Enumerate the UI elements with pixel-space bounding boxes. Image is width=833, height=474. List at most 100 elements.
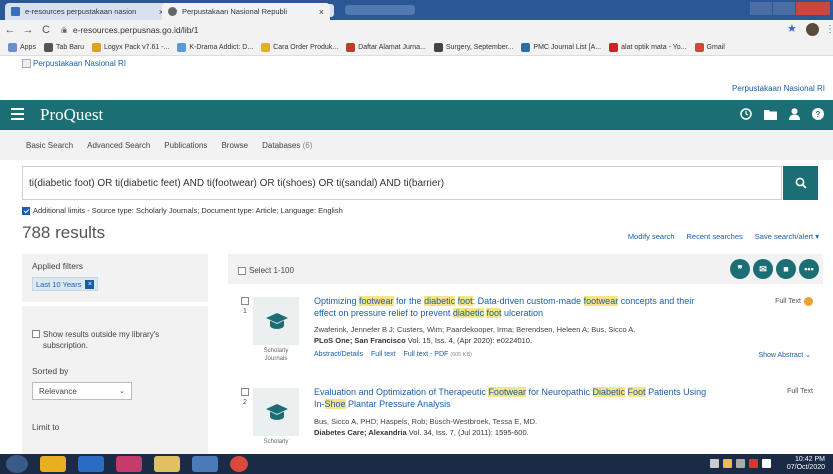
- document-thumbnail[interactable]: [253, 297, 299, 345]
- bookmark-item[interactable]: Apps: [8, 43, 36, 52]
- show-outside-option[interactable]: Show results outside my library's subscr…: [32, 329, 202, 351]
- nav-publications[interactable]: Publications: [164, 141, 207, 150]
- title-text: : Data-driven custom-made: [472, 296, 584, 306]
- full-text-badge[interactable]: Full Text: [775, 297, 813, 306]
- system-clock[interactable]: 10:42 PM 07/Oct/2020: [787, 456, 825, 472]
- bookmark-favicon-icon: [346, 43, 356, 52]
- bookmark-item[interactable]: alat optik mata - Yo...: [609, 43, 687, 52]
- close-tab-icon[interactable]: ×: [319, 7, 324, 17]
- nav-browse[interactable]: Browse: [221, 141, 248, 150]
- nav-databases-label: Databases: [262, 140, 301, 150]
- result-title[interactable]: Evaluation and Optimization of Therapeut…: [314, 386, 714, 410]
- menu-icon[interactable]: ⋮: [825, 24, 833, 35]
- bookmark-item[interactable]: Logyx Pack v7.61 -...: [92, 43, 169, 52]
- taskbar-app-icon[interactable]: [40, 456, 66, 472]
- bookmark-favicon-icon: [521, 43, 531, 52]
- sort-select[interactable]: Relevance ⌄: [32, 382, 132, 400]
- library-link[interactable]: Perpustakaan Nasional RI: [732, 84, 825, 93]
- user-icon[interactable]: [787, 107, 801, 121]
- tab-title: e-resources perpustakaan nasion: [25, 7, 137, 16]
- flag-icon[interactable]: [762, 459, 771, 468]
- nav-basic-search[interactable]: Basic Search: [26, 141, 73, 150]
- forward-icon[interactable]: →: [20, 24, 36, 36]
- hamburger-menu-icon[interactable]: [11, 108, 24, 120]
- abstract-details-link[interactable]: Abstract/Details: [314, 351, 363, 358]
- bookmark-item[interactable]: Daftar Alamat Jurna...: [346, 43, 426, 52]
- extension-icon[interactable]: [806, 23, 819, 36]
- minimize-button[interactable]: [750, 2, 772, 15]
- taskbar-app-icon[interactable]: [78, 456, 104, 472]
- highlighted-term: foot: [457, 296, 473, 306]
- tray-icon[interactable]: [749, 459, 758, 468]
- back-icon[interactable]: ←: [2, 24, 18, 36]
- bookmark-label: Gmail: [706, 44, 725, 51]
- nav-advanced-search[interactable]: Advanced Search: [87, 141, 150, 150]
- recent-searches-link[interactable]: Recent searches: [687, 232, 743, 241]
- filter-chip[interactable]: Last 10 Years ×: [32, 277, 99, 291]
- select-all[interactable]: Select 1-100: [238, 266, 294, 275]
- bookmark-item[interactable]: Tab Baru: [43, 43, 84, 52]
- search-button[interactable]: [783, 166, 818, 200]
- cite-button[interactable]: ❞: [730, 259, 750, 279]
- limits-checkbox[interactable]: [22, 206, 30, 215]
- taskbar-app-icon[interactable]: [192, 456, 218, 472]
- search-input[interactable]: ti(diabetic foot) OR ti(diabetic feet) A…: [22, 166, 782, 200]
- databases-count: (6): [302, 140, 313, 150]
- chevron-down-icon: ⌄: [119, 388, 125, 395]
- select-all-label: Select 1-100: [249, 266, 294, 275]
- help-icon[interactable]: ?: [811, 107, 825, 121]
- email-button[interactable]: ✉: [753, 259, 773, 279]
- bookmarks-bar: Apps Tab Baru Logyx Pack v7.61 -... K-Drama…: [0, 40, 833, 56]
- start-button[interactable]: [6, 455, 28, 473]
- save-search-link[interactable]: Save search/alert ▾: [755, 232, 819, 241]
- folder-icon[interactable]: [763, 107, 777, 121]
- more-options-button[interactable]: •••: [799, 259, 819, 279]
- window-close-button[interactable]: [796, 2, 830, 15]
- history-icon[interactable]: [739, 107, 753, 121]
- result-item: 1 Scholarly Journals Optimizing footwear…: [228, 295, 823, 375]
- bookmark-item[interactable]: PMC Journal List [A...: [521, 43, 601, 52]
- select-all-checkbox[interactable]: [238, 266, 246, 275]
- title-text: Optimizing: [314, 296, 360, 306]
- result-number: 2: [243, 399, 247, 406]
- show-outside-checkbox[interactable]: [32, 330, 40, 338]
- bookmark-item[interactable]: Gmail: [694, 43, 725, 52]
- globe-icon: [168, 7, 177, 16]
- result-checkbox[interactable]: [241, 388, 249, 396]
- maximize-button[interactable]: [773, 2, 795, 15]
- highlighted-term: Diabetic: [592, 387, 626, 397]
- remove-filter-icon[interactable]: ×: [85, 279, 95, 289]
- save-button[interactable]: ■: [776, 259, 796, 279]
- show-abstract-link[interactable]: Show Abstract ⌄: [758, 351, 811, 359]
- browser-tab-eresources[interactable]: e-resources perpustakaan nasion ×: [5, 3, 170, 20]
- source-journal: PLoS One; San Francisco: [314, 336, 406, 345]
- bookmark-favicon-icon: [609, 43, 619, 52]
- site-logo[interactable]: Perpustakaan Nasional RI: [22, 59, 126, 68]
- modify-search-link[interactable]: Modify search: [628, 232, 675, 241]
- document-thumbnail[interactable]: [253, 388, 299, 436]
- result-item: 2 Scholarly Evaluation and Optimization …: [228, 386, 823, 454]
- nav-databases[interactable]: Databases (6): [262, 141, 312, 150]
- highlighted-term: footwear: [359, 296, 394, 306]
- result-checkbox[interactable]: [241, 297, 249, 305]
- bookmark-star-icon[interactable]: ★: [787, 22, 797, 35]
- bookmark-item[interactable]: K-Drama Addict: D...: [177, 43, 253, 52]
- full-text-link[interactable]: Full text: [371, 351, 396, 358]
- open-access-icon: [804, 297, 813, 306]
- address-bar[interactable]: ● e-resources.perpusnas.go.id/lib/1: [62, 22, 752, 38]
- proquest-logo[interactable]: ProQuest: [40, 105, 103, 125]
- signal-icon[interactable]: [736, 459, 745, 468]
- bookmark-item[interactable]: Cara Order Produk...: [261, 43, 338, 52]
- chrome-icon[interactable]: [230, 456, 248, 472]
- tray-icon[interactable]: [723, 459, 732, 468]
- reload-icon[interactable]: C: [38, 24, 54, 36]
- browser-tab-perpusnas[interactable]: Perpustakaan Nasional Republi ×: [162, 3, 330, 20]
- bookmark-item[interactable]: Surgery, September...: [433, 43, 513, 52]
- result-title[interactable]: Optimizing footwear for the diabetic foo…: [314, 295, 714, 319]
- tray-icon[interactable]: [710, 459, 719, 468]
- full-text-pdf-link[interactable]: Full text - PDF (605 KB): [404, 351, 472, 358]
- taskbar-app-icon[interactable]: [116, 456, 142, 472]
- full-text-badge[interactable]: Full Text: [787, 388, 813, 395]
- folder-icon[interactable]: [154, 456, 180, 472]
- title-text: for Neuropathic: [525, 387, 593, 397]
